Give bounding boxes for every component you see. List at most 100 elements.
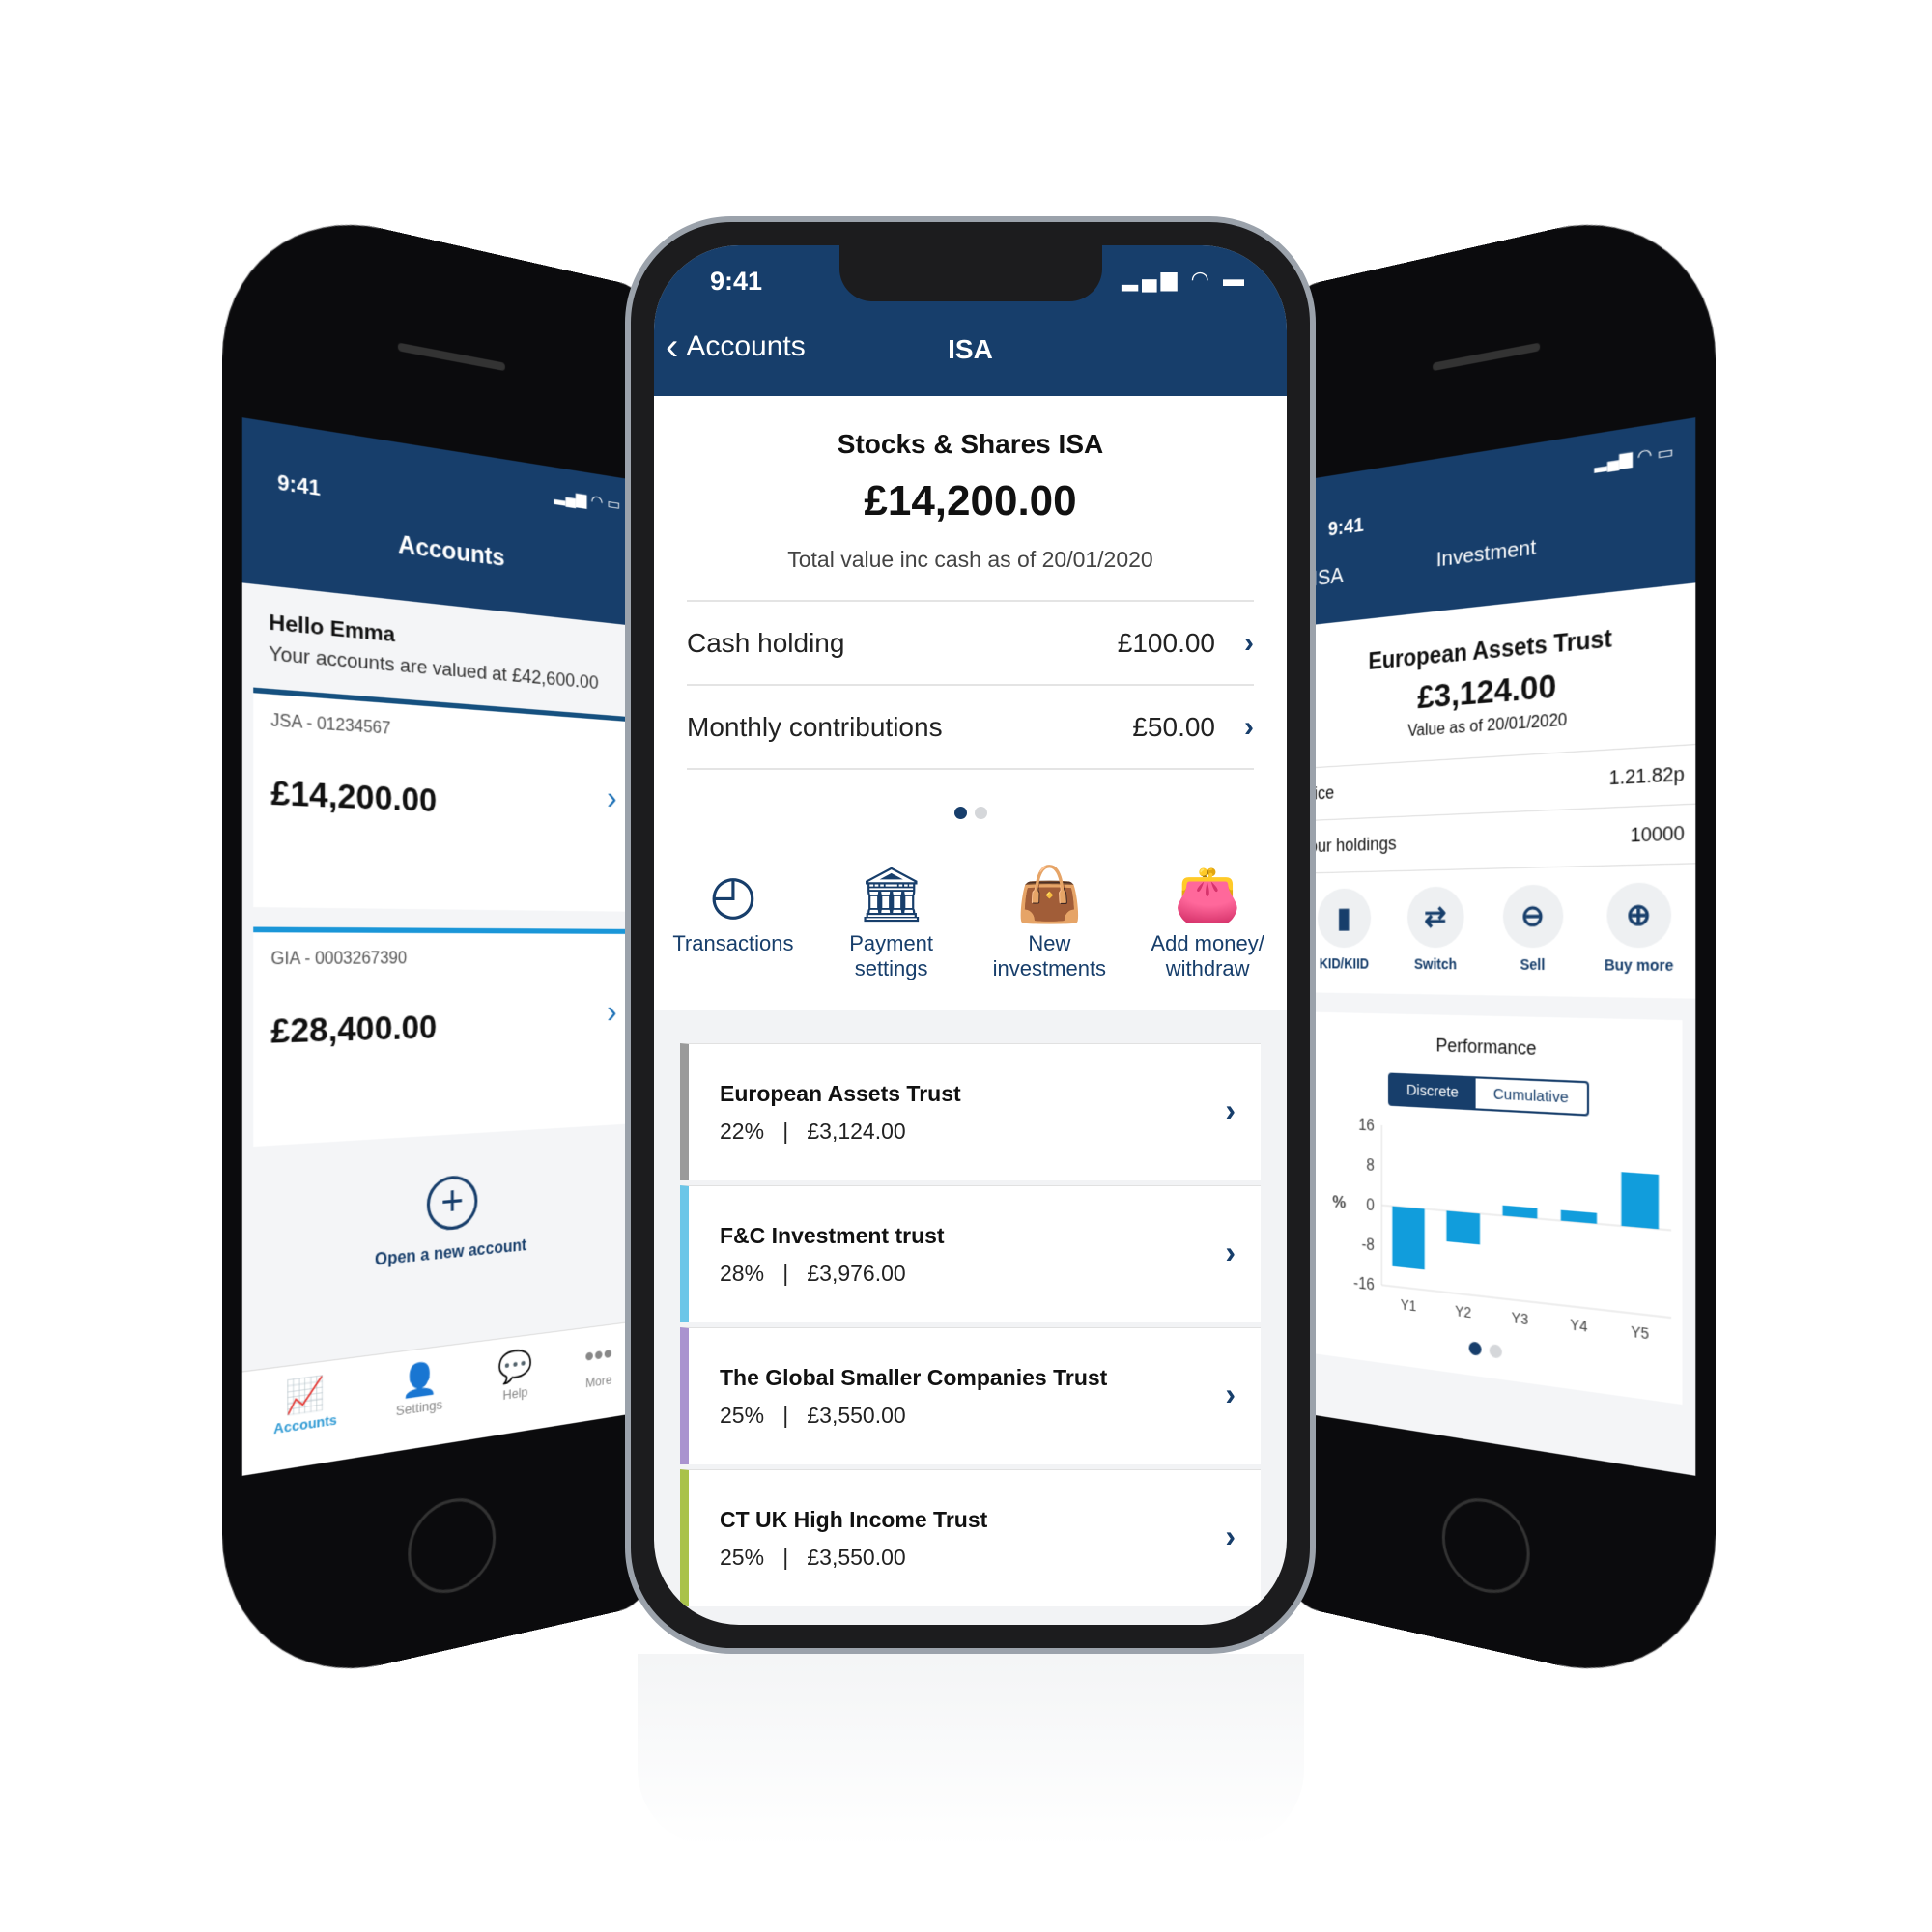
speaker xyxy=(397,342,505,372)
discrete-tab[interactable]: Discrete xyxy=(1389,1074,1476,1109)
holding-pct: 25% xyxy=(720,1403,765,1428)
holding-pct: 25% xyxy=(720,1545,765,1570)
page-dot[interactable] xyxy=(974,807,987,819)
chevron-right-icon: › xyxy=(1244,626,1254,659)
y-tick-label: 8 xyxy=(1367,1156,1375,1175)
action-label: settings xyxy=(854,956,928,980)
holding-card[interactable]: F&C Investment trust 28% | £3,976.00 › xyxy=(680,1185,1261,1322)
y-axis-label: % xyxy=(1332,1192,1346,1211)
holding-value: £3,550.00 xyxy=(807,1403,906,1428)
chevron-right-icon: › xyxy=(1225,1377,1236,1411)
monthly-contributions-row[interactable]: Monthly contributions £50.00 › xyxy=(687,686,1254,770)
y-tick-label: 0 xyxy=(1367,1196,1375,1214)
x-tick-label: Y3 xyxy=(1512,1310,1529,1328)
transactions-button[interactable]: ◴ Transactions xyxy=(656,858,810,981)
page-dot[interactable] xyxy=(953,807,967,819)
action-label: investments xyxy=(992,956,1107,980)
row-value: 1.21.82p xyxy=(1608,763,1685,789)
wallet-icon: 👛 xyxy=(1174,864,1241,924)
reflection xyxy=(638,1654,1304,1847)
tab-settings[interactable]: 👤 Settings xyxy=(396,1359,442,1452)
holding-pct: 28% xyxy=(720,1261,765,1286)
holding-detail: 22% | £3,124.00 xyxy=(720,1119,906,1144)
home-button[interactable] xyxy=(408,1491,497,1602)
action-label: Switch xyxy=(1413,955,1457,973)
bar xyxy=(1392,1206,1425,1270)
row-value: 10000 xyxy=(1630,822,1685,846)
account-amount: £28,400.00 xyxy=(270,1008,438,1051)
payment-settings-button[interactable]: 🏛 Payment settings xyxy=(814,858,969,981)
page-title: ISA xyxy=(948,334,993,364)
buy-more-button[interactable]: ⊕ Buy more xyxy=(1604,882,1674,975)
add-money-withdraw-button[interactable]: 👛 Add money/withdraw xyxy=(1130,858,1285,981)
bar xyxy=(1502,1205,1538,1219)
y-tick-label: 16 xyxy=(1358,1117,1375,1135)
bar xyxy=(1560,1209,1598,1224)
investment-screen: 9:41 ▂▄▆ ◠ ▭ ISA Investment European Ass… xyxy=(1299,417,1696,1476)
kid-button[interactable]: ▮ KID/KIID xyxy=(1317,888,1372,972)
sell-button[interactable]: ⊖ Sell xyxy=(1502,884,1563,973)
holding-card[interactable]: European Assets Trust 22% | £3,124.00 › xyxy=(680,1043,1261,1180)
more-icon: ••• xyxy=(584,1337,613,1375)
holding-detail: 25% | £3,550.00 xyxy=(720,1403,906,1428)
tab-more[interactable]: ••• More xyxy=(584,1337,612,1422)
home-button[interactable] xyxy=(1441,1491,1530,1602)
minus-circle-icon: ⊖ xyxy=(1502,884,1563,949)
left-phone: ▂▄▆ ◠ ▭ 9:41 Accounts Hello Emma Your ac… xyxy=(221,192,653,1701)
row-value: £50.00 xyxy=(1132,711,1215,742)
tab-help[interactable]: 💬 Help xyxy=(497,1347,532,1435)
account-amount: £14,200.00 xyxy=(270,773,438,819)
switch-arrows-icon: ⇄ xyxy=(1406,886,1464,949)
quick-actions: ◴ Transactions 🏛 Payment settings 👜 New inves… xyxy=(654,858,1287,1010)
tab-accounts[interactable]: 📈 Accounts xyxy=(273,1373,337,1470)
holding-name: The Global Smaller Companies Trust xyxy=(720,1365,1108,1390)
status-icons: ▂▄▆ ◠ ▭ xyxy=(554,487,621,515)
status-time: 9:41 xyxy=(277,470,321,501)
bar xyxy=(1446,1210,1481,1245)
notch xyxy=(838,245,1102,301)
chevron-right-icon: › xyxy=(607,992,617,1031)
chevron-right-icon: › xyxy=(607,779,617,817)
accounts-screen: ▂▄▆ ◠ ▭ 9:41 Accounts Hello Emma Your ac… xyxy=(242,417,639,1476)
action-label: Buy more xyxy=(1604,955,1674,975)
action-label: New xyxy=(1028,931,1071,955)
chevron-right-icon: › xyxy=(1244,710,1254,743)
page-dot xyxy=(1468,1341,1482,1356)
account-amount: £14,200.00 xyxy=(864,477,1077,525)
shopping-bag-icon: 👜 xyxy=(1015,864,1084,924)
bar xyxy=(1621,1172,1660,1230)
holding-card[interactable]: CT UK High Income Trust 25% | £3,550.00 … xyxy=(680,1469,1261,1606)
page-indicator xyxy=(687,770,1254,858)
speaker xyxy=(1433,342,1541,372)
action-label: KID/KIID xyxy=(1319,955,1370,972)
status-icons: ▂▄▆ ◠ ▬ xyxy=(1122,267,1248,291)
new-investments-button[interactable]: 👜 New investments xyxy=(972,858,1126,981)
holding-name: European Assets Trust xyxy=(720,1081,961,1106)
center-phone: 9:41 ▂▄▆ ◠ ▬ ‹ Accounts ISA Stocks & Shar… xyxy=(625,216,1316,1654)
isa-screen: 9:41 ▂▄▆ ◠ ▬ ‹ Accounts ISA Stocks & Shar… xyxy=(654,245,1287,1625)
row-label: our holdings xyxy=(1308,833,1397,857)
account-card[interactable]: JSA - 01234567 £14,200.00 › xyxy=(253,687,630,912)
action-label: Payment xyxy=(849,931,934,955)
action-label: withdraw xyxy=(1165,956,1250,980)
open-account-button[interactable]: + Open a new account xyxy=(242,1162,638,1284)
performance-card: Performance Discrete Cumulative 16 8 0 -8 -16… xyxy=(1310,1011,1683,1406)
clock-icon: ◴ xyxy=(709,864,757,924)
account-card[interactable]: GIA - 0003267390 £28,400.00 › xyxy=(253,926,630,1148)
investment-summary: European Assets Trust £3,124.00 Value as… xyxy=(1299,582,1696,873)
x-tick-label: Y2 xyxy=(1455,1303,1471,1321)
account-summary: Stocks & Shares ISA £14,200.00 Total val… xyxy=(654,396,1287,858)
holding-card[interactable]: The Global Smaller Companies Trust 25% |… xyxy=(680,1327,1261,1464)
cash-holding-row[interactable]: Cash holding £100.00 › xyxy=(687,602,1254,686)
status-time: 9:41 xyxy=(710,267,763,296)
x-tick-label: Y4 xyxy=(1570,1317,1588,1336)
action-label: Transactions xyxy=(672,931,794,955)
holding-value: £3,976.00 xyxy=(807,1261,906,1286)
switch-button[interactable]: ⇄ Switch xyxy=(1406,886,1464,973)
cumulative-tab[interactable]: Cumulative xyxy=(1476,1078,1587,1114)
x-tick-label: Y1 xyxy=(1401,1296,1416,1314)
status-time: 9:41 xyxy=(1327,514,1364,541)
page-dot xyxy=(1489,1344,1502,1359)
tab-label: Help xyxy=(502,1383,528,1404)
holding-pct: 22% xyxy=(720,1119,765,1144)
